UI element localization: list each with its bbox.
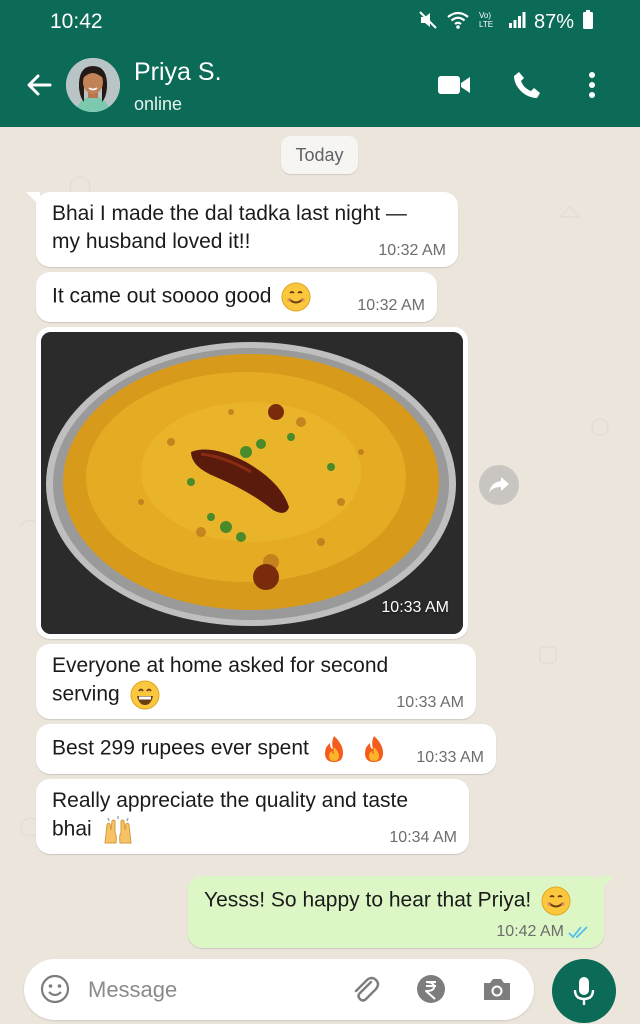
smiling-face-emoji bbox=[281, 282, 311, 312]
message-bubble-incoming[interactable]: Bhai I made the dal tadka last night — m… bbox=[26, 192, 458, 267]
svg-text:Vo): Vo) bbox=[479, 11, 491, 20]
attach-button[interactable] bbox=[347, 972, 383, 1006]
mute-icon bbox=[418, 10, 438, 35]
message-line: It came out soooo good bbox=[52, 284, 272, 308]
whatsapp-chat-screen: 10:42 Vo) LTE 87% Priya S. online Today … bbox=[0, 0, 640, 1024]
message-line: my husband loved it!! bbox=[52, 230, 251, 253]
food-image bbox=[41, 332, 463, 634]
attach-icon bbox=[354, 976, 380, 1002]
battery-percentage: 87% bbox=[533, 10, 574, 33]
contact-status: online bbox=[134, 94, 183, 114]
rupee-payment-icon bbox=[417, 975, 445, 1003]
forward-icon bbox=[489, 477, 509, 493]
message-time: 10:32 AM bbox=[378, 242, 446, 259]
status-clock: 10:42 bbox=[50, 10, 103, 33]
message-bubble-outgoing[interactable]: Yesss! So happy to hear that Priya! 10:4… bbox=[188, 876, 614, 948]
emoji-button[interactable] bbox=[38, 972, 72, 1006]
message-bubble-incoming[interactable]: Everyone at home asked for second servin… bbox=[36, 644, 476, 719]
chat-header: Priya S. online bbox=[0, 42, 640, 127]
message-line: bhai bbox=[52, 817, 92, 841]
message-time: 10:42 AM bbox=[496, 923, 564, 940]
forward-button[interactable] bbox=[479, 465, 519, 505]
status-icons: Vo) LTE 87% bbox=[418, 9, 594, 35]
wifi-icon bbox=[446, 10, 470, 35]
message-text: Bhai I made the dal tadka last night — m… bbox=[52, 200, 407, 256]
bubble-tail bbox=[600, 876, 614, 890]
voice-call-icon bbox=[514, 72, 540, 98]
emoji-icon bbox=[40, 974, 70, 1004]
fire-emoji bbox=[324, 736, 343, 762]
volte-icon: Vo) LTE bbox=[478, 10, 500, 35]
message-time: 10:33 AM bbox=[416, 749, 484, 766]
message-time: 10:33 AM bbox=[381, 599, 449, 616]
camera-icon bbox=[484, 979, 510, 1000]
read-receipt-icon bbox=[568, 926, 588, 939]
message-bubble-incoming[interactable]: Really appreciate the quality and taste … bbox=[36, 779, 469, 854]
grinning-face-emoji bbox=[130, 680, 160, 710]
message-composer bbox=[24, 959, 534, 1020]
voice-call-button[interactable] bbox=[510, 66, 544, 104]
message-line: serving bbox=[52, 682, 120, 706]
app-bar: 10:42 Vo) LTE 87% Priya S. online bbox=[0, 0, 640, 127]
image-message-bubble[interactable]: 10:33 AM bbox=[36, 327, 468, 639]
message-line: Everyone at home asked for second bbox=[52, 654, 389, 677]
back-arrow-icon bbox=[27, 74, 52, 96]
status-bar: 10:42 Vo) LTE 87% bbox=[0, 0, 640, 42]
dal-tadka-photo[interactable]: 10:33 AM bbox=[41, 332, 463, 634]
more-options-icon bbox=[589, 72, 595, 98]
message-text: Everyone at home asked for second servin… bbox=[52, 652, 388, 710]
message-time: 10:32 AM bbox=[357, 297, 425, 314]
avatar[interactable] bbox=[66, 58, 120, 112]
battery-icon bbox=[582, 9, 594, 35]
message-text: Best 299 rupees ever spent bbox=[52, 734, 389, 764]
fire-emoji bbox=[364, 736, 383, 762]
message-line: Yesss! So happy to hear that Priya! bbox=[204, 888, 532, 912]
message-input[interactable] bbox=[86, 971, 340, 1009]
video-call-icon bbox=[438, 76, 470, 94]
camera-button[interactable] bbox=[480, 972, 514, 1006]
message-time: 10:34 AM bbox=[389, 829, 457, 846]
avatar-photo bbox=[66, 58, 120, 112]
message-bubble-incoming[interactable]: Best 299 rupees ever spent 10:33 AM bbox=[36, 724, 496, 774]
more-options-button[interactable] bbox=[580, 66, 604, 104]
voice-record-button[interactable] bbox=[552, 959, 616, 1023]
raising-hands-emoji bbox=[103, 816, 132, 844]
mic-icon bbox=[573, 977, 595, 1005]
contact-name[interactable]: Priya S. bbox=[134, 58, 222, 87]
bubble-tail bbox=[26, 192, 40, 206]
message-text: Yesss! So happy to hear that Priya! bbox=[204, 886, 571, 916]
payment-button[interactable] bbox=[414, 972, 448, 1006]
message-text: It came out soooo good bbox=[52, 282, 311, 312]
date-separator: Today bbox=[281, 136, 358, 174]
signal-icon bbox=[508, 10, 526, 35]
chat-body[interactable]: Today Bhai I made the dal tadka last nig… bbox=[0, 127, 640, 1024]
message-bubble-incoming[interactable]: It came out soooo good 10:32 AM bbox=[36, 272, 437, 322]
message-line: Bhai I made the dal tadka last night — bbox=[52, 202, 407, 225]
video-call-button[interactable] bbox=[436, 66, 472, 104]
svg-text:LTE: LTE bbox=[479, 20, 493, 29]
message-line: Really appreciate the quality and taste bbox=[52, 789, 409, 812]
message-time: 10:33 AM bbox=[396, 694, 464, 711]
back-button[interactable] bbox=[22, 68, 56, 102]
message-text: Really appreciate the quality and taste … bbox=[52, 787, 408, 845]
smiling-face-emoji bbox=[541, 886, 571, 916]
message-line: Best 299 rupees ever spent bbox=[52, 736, 309, 760]
